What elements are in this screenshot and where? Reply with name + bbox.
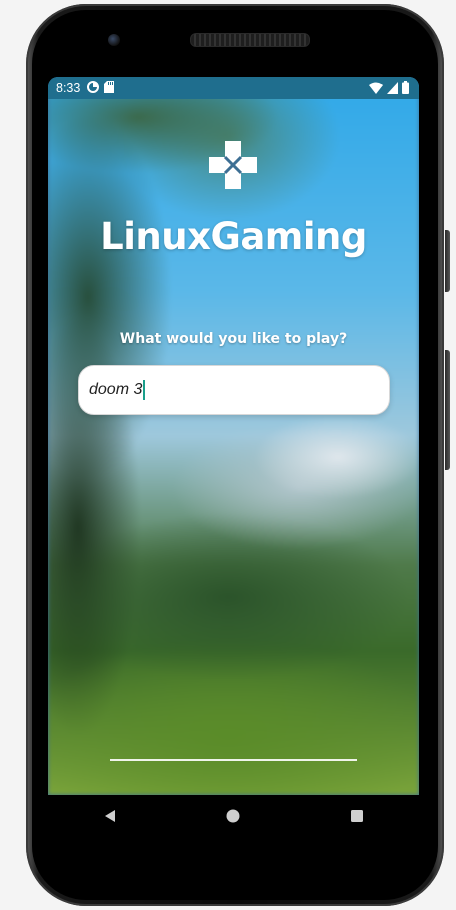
search-input-value[interactable]: doom 3: [89, 381, 142, 399]
data-saver-icon: [87, 80, 100, 96]
home-button[interactable]: [213, 798, 253, 838]
back-button[interactable]: [90, 798, 130, 838]
wifi-icon: [369, 82, 383, 97]
system-nav-bar: [48, 795, 419, 841]
game-search-field[interactable]: doom 3: [78, 365, 390, 415]
front-camera: [108, 34, 120, 46]
earpiece-speaker: [190, 33, 310, 47]
volume-rocker: [445, 350, 450, 470]
status-time: 8:33: [56, 81, 81, 95]
power-button: [445, 230, 450, 292]
cell-signal-icon: [387, 81, 398, 97]
recents-icon: [350, 809, 364, 828]
app-screen: 8:33 LinuxGaming What would you like to …: [48, 77, 419, 795]
app-title: LinuxGaming: [100, 215, 367, 258]
back-icon: [103, 809, 117, 828]
text-cursor: [143, 380, 146, 400]
sd-card-icon: [104, 80, 115, 96]
battery-icon: [402, 81, 409, 97]
status-bar: 8:33: [48, 77, 419, 99]
divider-line: [110, 759, 357, 761]
home-icon: [226, 809, 240, 828]
gamepad-dpad-icon: [209, 141, 257, 189]
play-prompt-label: What would you like to play?: [119, 331, 348, 347]
status-icons-right: [369, 81, 409, 97]
recents-button[interactable]: [337, 798, 377, 838]
